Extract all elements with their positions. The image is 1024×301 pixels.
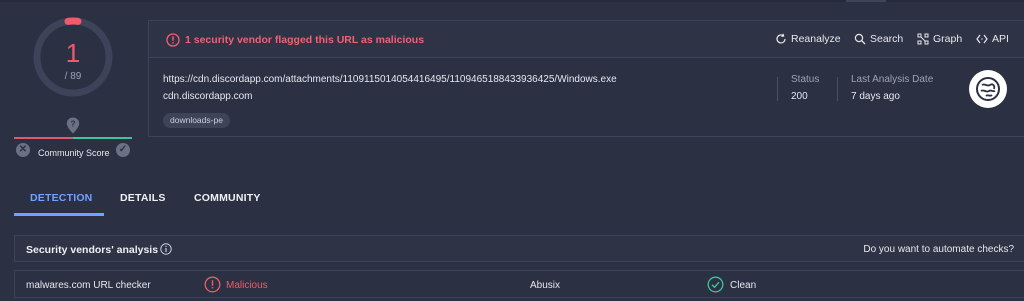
tag-downloads-pe[interactable]: downloads-pe <box>163 113 230 128</box>
top-border <box>0 0 1024 2</box>
refresh-icon <box>776 33 786 44</box>
vendor-result-clean: Clean <box>730 280 757 291</box>
graph-label: Graph <box>933 33 963 45</box>
reanalyze-button[interactable]: Reanalyze <box>775 33 841 45</box>
alert-icon <box>166 33 180 47</box>
api-icon <box>976 34 988 44</box>
vendors-analysis-header: Security vendors' analysis Do you want t… <box>14 235 1024 262</box>
detection-count: 1 <box>65 38 81 68</box>
top-border-segment <box>846 0 886 2</box>
engine-total: / 89 <box>64 71 82 82</box>
community-score-bar <box>14 137 132 139</box>
full-url[interactable]: https://cdn.discordapp.com/attachments/1… <box>163 74 617 85</box>
vendors-analysis-title: Security vendors' analysis <box>26 244 159 256</box>
vendor-name: malwares.com URL checker <box>26 280 151 291</box>
community-upvote-icon[interactable]: ✓ <box>116 143 130 157</box>
api-button[interactable]: API <box>976 33 1009 45</box>
community-downvote-icon[interactable]: ✕ <box>16 143 30 157</box>
url-summary-card: 1 security vendor flagged this URL as ma… <box>148 20 1024 137</box>
malicious-icon <box>204 276 221 293</box>
graph-icon <box>917 33 929 45</box>
brain-icon <box>969 70 1007 108</box>
status-label: Status <box>791 74 820 85</box>
clean-check-icon <box>707 276 724 293</box>
tab-community[interactable]: COMMUNITY <box>194 192 261 204</box>
status-value: 200 <box>791 91 808 102</box>
automate-checks-link[interactable]: Do you want to automate checks? <box>863 244 1014 255</box>
vendor-result-malicious: Malicious <box>226 280 268 291</box>
detection-score-ring: 1 / 89 <box>30 14 116 100</box>
meta-divider <box>837 77 838 101</box>
tab-details[interactable]: DETAILS <box>120 192 166 204</box>
search-label: Search <box>870 33 904 45</box>
reanalyze-label: Reanalyze <box>791 33 841 45</box>
last-analysis-label: Last Analysis Date <box>851 74 934 85</box>
card-header: 1 security vendor flagged this URL as ma… <box>149 21 1024 58</box>
community-score-label: Community Score <box>38 148 110 158</box>
last-analysis-value: 7 days ago <box>851 91 900 102</box>
search-icon <box>854 33 866 45</box>
url-host[interactable]: cdn.discordapp.com <box>163 91 253 102</box>
active-tab-indicator <box>14 213 104 216</box>
location-pin-icon: ? <box>66 117 80 134</box>
meta-divider <box>777 77 778 101</box>
tab-detection[interactable]: DETECTION <box>30 192 92 204</box>
search-button[interactable]: Search <box>854 33 903 45</box>
graph-button[interactable]: Graph <box>917 33 962 45</box>
svg-text:?: ? <box>71 120 76 129</box>
api-label: API <box>992 33 1009 45</box>
info-icon[interactable] <box>160 243 172 255</box>
vendor-name: Abusix <box>530 280 561 291</box>
table-row: malwares.com URL checker Malicious Abusi… <box>14 270 1024 298</box>
malicious-alert-text: 1 security vendor flagged this URL as ma… <box>185 34 425 46</box>
